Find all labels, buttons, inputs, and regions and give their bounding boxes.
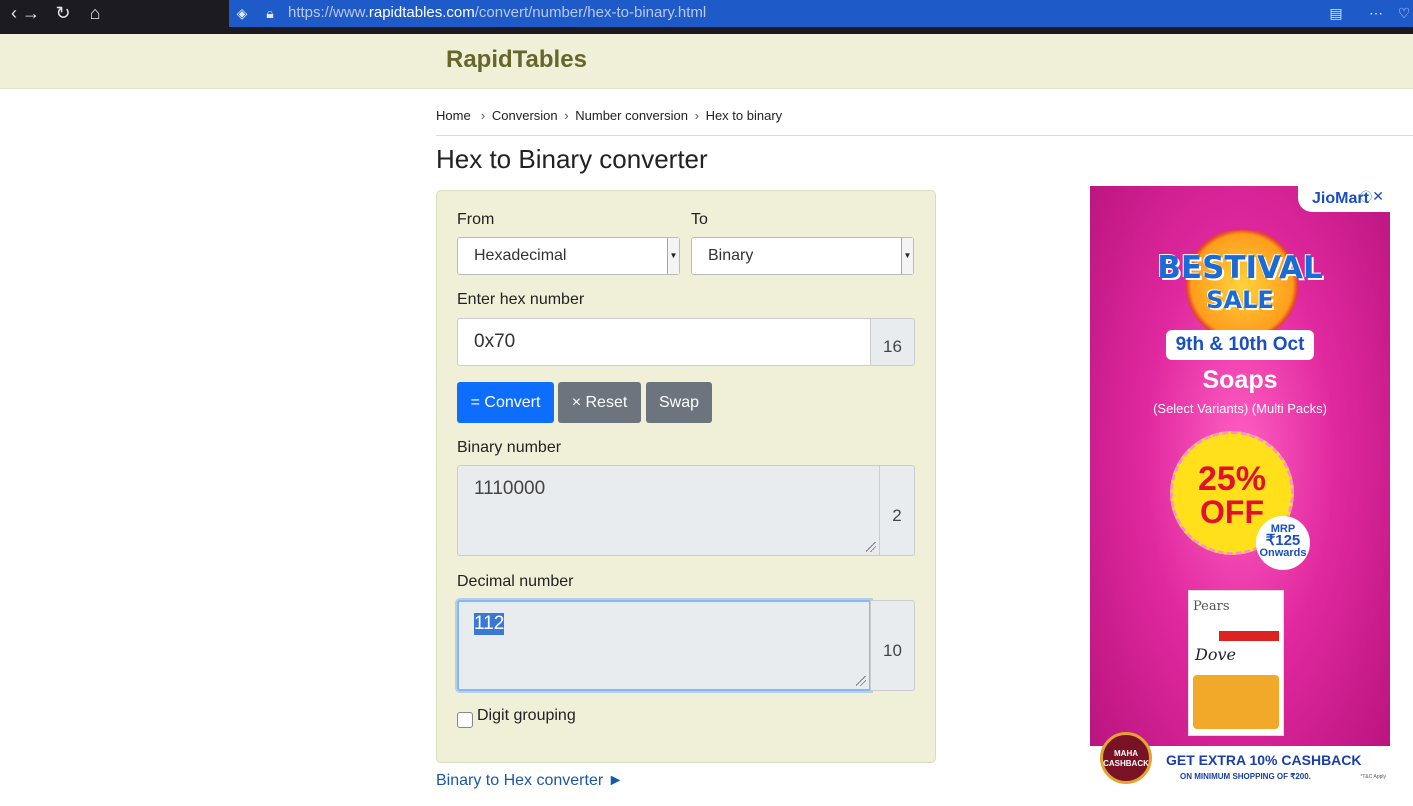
lock-icon[interactable]: 🔒︎	[261, 3, 279, 23]
soap-bar-image	[1193, 675, 1279, 729]
url-path: /convert/number/hex-to-binary.html	[474, 4, 707, 21]
url-host: rapidtables.com	[368, 4, 475, 21]
breadcrumb-number-conversion[interactable]: Number conversion	[575, 108, 688, 123]
from-select-value: Hexadecimal	[474, 247, 567, 264]
input-base-addon: 16	[870, 318, 915, 366]
to-label: To	[691, 211, 708, 228]
reader-view-icon[interactable]: ▤	[1327, 3, 1345, 23]
forward-icon[interactable]: →	[17, 0, 45, 27]
input-label: Enter hex number	[457, 291, 585, 308]
pack-brand-2: Dove	[1195, 645, 1236, 664]
hex-input-value: 0x70	[474, 331, 516, 352]
mrp-note: Onwards	[1259, 547, 1307, 559]
digit-grouping-checkbox[interactable]	[457, 712, 473, 728]
browser-toolbar: ‹ → ↻ ⌂ ◈ 🔒︎ https://www.rapidtables.com…	[0, 0, 1413, 34]
decimal-output[interactable]: 112	[457, 600, 871, 691]
breadcrumb-separator: ›	[477, 108, 486, 123]
mrp-price: ₹125	[1265, 532, 1301, 549]
shield-icon[interactable]: ◈	[233, 3, 251, 23]
url-text[interactable]: https://www.rapidtables.com/convert/numb…	[288, 4, 706, 21]
breadcrumb-conversion[interactable]: Conversion	[492, 108, 558, 123]
site-header: RapidTables	[0, 34, 1413, 89]
to-select-value: Binary	[708, 247, 754, 264]
pocket-icon[interactable]: ♡	[1395, 3, 1413, 23]
page-title: Hex to Binary converter	[436, 144, 708, 174]
ad-title-line2: SALE	[1206, 286, 1274, 314]
decimal-label: Decimal number	[457, 573, 574, 590]
ad-product: Soaps	[1202, 366, 1278, 394]
binary-to-hex-link[interactable]: Binary to Hex converter ►	[436, 772, 623, 790]
convert-button[interactable]: = Convert	[457, 382, 554, 423]
to-select[interactable]: Binary ▼	[691, 237, 914, 275]
binary-output[interactable]: 1110000	[457, 465, 880, 556]
binary-output-value: 1110000	[474, 478, 546, 499]
breadcrumb-separator: ›	[694, 108, 699, 123]
breadcrumb-current[interactable]: Hex to binary	[706, 108, 783, 123]
address-bar[interactable]: ◈ 🔒︎ https://www.rapidtables.com/convert…	[229, 0, 1413, 27]
maha-cashback-badge: MAHA CASHBACK	[1100, 732, 1152, 784]
from-select[interactable]: Hexadecimal ▼	[457, 237, 680, 275]
home-icon[interactable]: ⌂	[81, 0, 109, 27]
ad-variants: (Select Variants) (Multi Packs)	[1153, 401, 1327, 416]
cashback-text: GET EXTRA 10% CASHBACK	[1166, 752, 1362, 768]
decimal-output-value: 112	[474, 613, 505, 635]
reset-button[interactable]: × Reset	[558, 382, 641, 423]
ad-dates: 9th & 10th Oct	[1166, 330, 1314, 360]
ad-close-icon[interactable]: ✕	[1372, 188, 1384, 205]
digit-grouping-label[interactable]: Digit grouping	[477, 707, 576, 725]
breadcrumb-home[interactable]: Home	[436, 108, 471, 123]
breadcrumb-separator: ›	[564, 108, 569, 123]
product-image: Pears Dove	[1188, 590, 1284, 736]
from-label: From	[457, 211, 495, 228]
reload-icon[interactable]: ↻	[49, 0, 77, 27]
hex-input[interactable]: 0x70	[457, 318, 871, 366]
divider	[436, 135, 1413, 136]
cashback-note: ON MINIMUM SHOPPING OF ₹200.	[1180, 772, 1311, 781]
more-icon[interactable]: ⋯	[1367, 3, 1385, 23]
pack-band	[1219, 631, 1279, 641]
ad-info-icon[interactable]: ⓘ	[1360, 188, 1372, 205]
chevron-down-icon[interactable]: ▼	[667, 238, 679, 274]
pack-brand-1: Pears	[1193, 599, 1230, 614]
binary-base-addon: 2	[879, 465, 915, 556]
breadcrumb: Home › Conversion › Number conversion › …	[436, 108, 782, 123]
terms-text: *T&C Apply	[1360, 774, 1386, 780]
resize-handle-icon[interactable]	[856, 676, 866, 686]
ad-title-line1: BESTIVAL	[1157, 250, 1323, 286]
url-prefix: https://www.	[288, 4, 369, 21]
decimal-base-addon: 10	[870, 600, 915, 691]
mrp-badge: MRP ₹125 Onwards	[1256, 516, 1310, 570]
chevron-down-icon[interactable]: ▼	[901, 238, 913, 274]
resize-handle-icon[interactable]	[866, 542, 876, 552]
binary-label: Binary number	[457, 439, 562, 456]
swap-button[interactable]: Swap	[646, 382, 712, 423]
advertisement[interactable]: JioMart ⓘ ✕ BESTIVAL SALE 9th & 10th Oct…	[1090, 186, 1390, 786]
site-logo[interactable]: RapidTables	[446, 46, 587, 74]
